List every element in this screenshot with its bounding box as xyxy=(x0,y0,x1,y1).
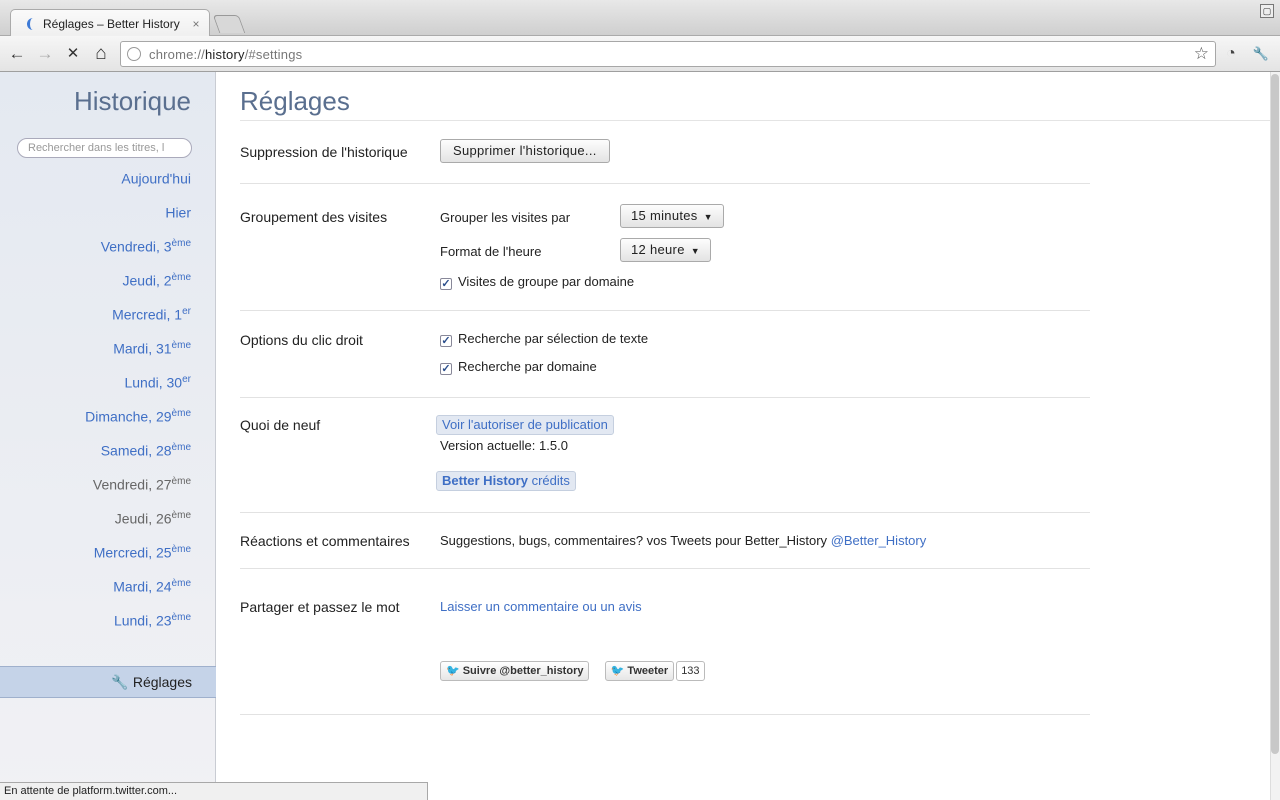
address-bar[interactable]: chrome://history/#settings ☆ xyxy=(120,41,1216,67)
vertical-scrollbar[interactable] xyxy=(1270,72,1280,800)
section-label: Réactions et commentaires xyxy=(240,533,410,549)
delete-history-button[interactable]: Supprimer l'historique... xyxy=(440,139,610,163)
back-button[interactable]: ← xyxy=(6,43,28,65)
page: Historique Aujourd'hui Hier Vendredi, 3è… xyxy=(0,72,1280,800)
sidebar-day-item[interactable]: Mercredi, 1er xyxy=(85,306,191,340)
dropdown-arrow-icon: ▼ xyxy=(690,246,700,256)
twitter-handle-link[interactable]: @Better_History xyxy=(831,533,927,548)
settings-content: Réglages Suppression de l'historique Sup… xyxy=(240,72,1280,800)
globe-icon xyxy=(127,47,141,61)
section-visit-grouping: Groupement des visites Grouper les visit… xyxy=(240,184,1090,311)
section-delete-history: Suppression de l'historique Supprimer l'… xyxy=(240,122,1090,184)
sidebar-item-settings[interactable]: 🔧 Réglages xyxy=(0,666,216,698)
url-text: chrome://history/#settings xyxy=(149,46,303,62)
sidebar-day-item[interactable]: Hier xyxy=(85,204,191,238)
sidebar-day-item[interactable]: Mardi, 24ème xyxy=(85,578,191,612)
twitter-bird-icon: 🐦 xyxy=(610,665,625,677)
tab-strip: Réglages – Better History × ▢ xyxy=(0,0,1280,37)
dropdown-arrow-icon: ▼ xyxy=(703,212,713,222)
sidebar-day-item[interactable]: Aujourd'hui xyxy=(85,170,191,204)
sidebar-day-item[interactable]: Mercredi, 25ème xyxy=(85,544,191,578)
section-feedback: Réactions et commentaires Suggestions, b… xyxy=(240,513,1090,569)
new-tab-button[interactable] xyxy=(212,15,246,33)
home-button[interactable]: ⌂ xyxy=(90,43,112,65)
tweet-count: 133 xyxy=(676,661,705,681)
title-divider xyxy=(240,120,1280,121)
current-version: Version actuelle: 1.5.0 xyxy=(440,438,568,453)
window-maximize-icon[interactable]: ▢ xyxy=(1260,4,1274,18)
group-by-select[interactable]: 15 minutes ▼ xyxy=(620,204,724,228)
forward-arrow-icon: → xyxy=(36,44,54,63)
sidebar-day-item[interactable]: Vendredi, 27ème xyxy=(85,476,191,510)
close-tab-icon[interactable]: × xyxy=(189,17,203,31)
sidebar-day-item[interactable]: Lundi, 30er xyxy=(85,374,191,408)
status-bar: En attente de platform.twitter.com... xyxy=(0,782,428,800)
section-whats-new: Quoi de neuf Voir l'autoriser de publica… xyxy=(240,398,1090,513)
checkbox-checked[interactable]: ✓ xyxy=(440,363,452,375)
favicon-icon xyxy=(27,17,37,30)
browser-tab[interactable]: Réglages – Better History × xyxy=(10,9,210,37)
leave-review-link[interactable]: Laisser un commentaire ou un avis xyxy=(440,599,642,614)
history-extension-icon[interactable]: ◔ xyxy=(1220,43,1242,65)
section-label: Quoi de neuf xyxy=(240,417,321,433)
time-format-select[interactable]: 12 heure ▼ xyxy=(620,238,711,262)
sidebar-day-item[interactable]: Lundi, 23ème xyxy=(85,612,191,646)
sidebar-day-item[interactable]: Dimanche, 29ème xyxy=(85,408,191,442)
follow-twitter-button[interactable]: 🐦 Suivre @better_history xyxy=(440,661,590,681)
wrench-menu-icon[interactable]: 🔧 xyxy=(1250,43,1272,65)
tweet-button[interactable]: 🐦 Tweeter xyxy=(604,661,675,681)
section-share: Partager et passez le mot Laisser un com… xyxy=(240,569,1090,715)
sidebar-day-item[interactable]: Vendredi, 3ème xyxy=(85,238,191,272)
search-input[interactable] xyxy=(17,138,192,158)
stop-icon: ✕ xyxy=(66,45,80,62)
checkbox-checked[interactable]: ✓ xyxy=(440,335,452,347)
bookmark-star-icon[interactable]: ☆ xyxy=(1194,44,1209,64)
group-by-domain-option[interactable]: ✓ Visites de groupe par domaine xyxy=(440,274,634,290)
sidebar-title: Historique xyxy=(73,86,191,116)
time-format-label: Format de l'heure xyxy=(440,244,542,259)
page-title: Réglages xyxy=(240,86,350,116)
home-icon: ⌂ xyxy=(95,43,107,64)
scrollbar-thumb[interactable] xyxy=(1271,74,1279,754)
release-notes-link[interactable]: Voir l'autoriser de publication xyxy=(436,415,614,435)
search-by-domain-option[interactable]: ✓ Recherche par domaine xyxy=(440,359,597,375)
search-by-text-option[interactable]: ✓ Recherche par sélection de texte xyxy=(440,331,648,347)
stop-button[interactable]: ✕ xyxy=(62,43,84,65)
tab-title: Réglages – Better History xyxy=(43,16,180,31)
sidebar-day-item[interactable]: Jeudi, 26ème xyxy=(85,510,191,544)
section-label: Options du clic droit xyxy=(240,332,363,348)
section-label: Partager et passez le mot xyxy=(240,599,400,615)
section-label: Groupement des visites xyxy=(240,209,388,225)
group-by-label: Grouper les visites par xyxy=(440,210,571,225)
sidebar-day-item[interactable]: Samedi, 28ème xyxy=(85,442,191,476)
twitter-bird-icon: 🐦 xyxy=(446,665,460,677)
checkbox-checked[interactable]: ✓ xyxy=(440,278,452,290)
back-arrow-icon: ← xyxy=(8,44,26,63)
sidebar-day-item[interactable]: Mardi, 31ème xyxy=(85,340,191,374)
forward-button[interactable]: → xyxy=(34,43,56,65)
feedback-text: Suggestions, bugs, commentaires? vos Twe… xyxy=(440,533,831,548)
sidebar: Historique Aujourd'hui Hier Vendredi, 3è… xyxy=(0,72,216,800)
section-right-click: Options du clic droit ✓ Recherche par sél… xyxy=(240,311,1090,398)
credits-link[interactable]: Better History crédits xyxy=(436,471,576,491)
sidebar-settings-label: Réglages xyxy=(132,674,192,690)
wrench-icon: 🔧 xyxy=(111,674,129,690)
day-list: Aujourd'hui Hier Vendredi, 3ème Jeudi, 2… xyxy=(85,170,191,646)
sidebar-day-item[interactable]: Jeudi, 2ème xyxy=(85,272,192,306)
section-label: Suppression de l'historique xyxy=(240,144,408,160)
browser-toolbar: ← → ✕ ⌂ chrome://history/#settings ☆ ◔ 🔧 xyxy=(0,36,1280,72)
